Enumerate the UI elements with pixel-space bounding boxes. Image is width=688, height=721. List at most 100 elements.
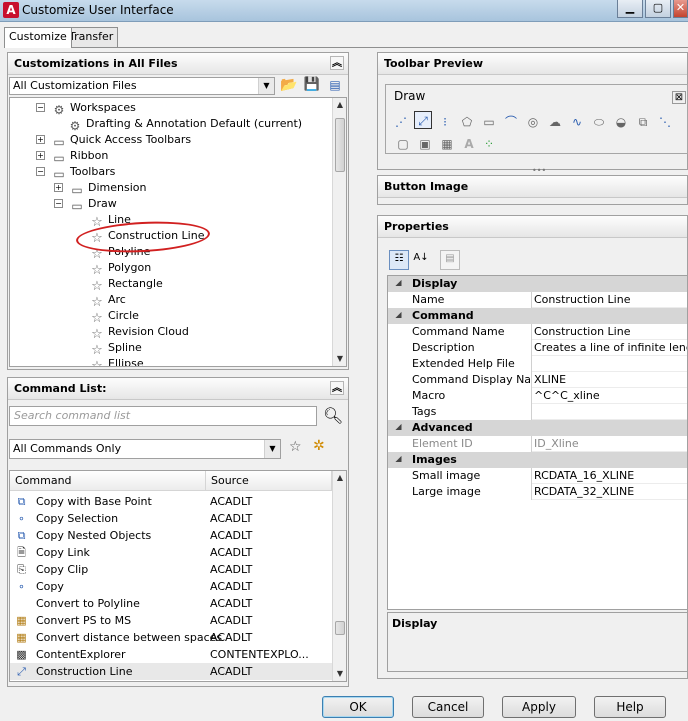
property-pages-icon[interactable]: ▤ xyxy=(440,250,460,270)
column-header-source[interactable]: Source xyxy=(206,471,332,491)
collapse-node-icon[interactable]: − xyxy=(36,103,45,112)
minimize-icon[interactable]: ▁ xyxy=(617,0,643,18)
polygon-tool-icon[interactable]: ⬠ xyxy=(458,113,476,131)
save-icon[interactable]: 💾 xyxy=(303,77,321,95)
collapse-node-icon[interactable]: − xyxy=(36,167,45,176)
categorized-icon[interactable]: ☷ xyxy=(389,250,409,270)
command-filter-combo[interactable]: All Commands Only ▼ xyxy=(9,439,281,459)
tree-item-rectangle[interactable]: ☆ Rectangle xyxy=(90,276,163,294)
command-list-scrollbar[interactable]: ▲ ▼ xyxy=(332,471,346,681)
scroll-down-icon[interactable]: ▼ xyxy=(333,352,346,366)
polyline-tool-icon[interactable]: ⁝ xyxy=(436,113,454,131)
title-bar[interactable]: A Customize User Interface ▁ ▢ ✕ xyxy=(0,0,688,22)
table-row[interactable]: ⧉ Copy Nested Objects ACADLT xyxy=(10,527,332,544)
search-command-input[interactable]: Search command list xyxy=(9,406,317,426)
help-button[interactable]: Help xyxy=(594,696,666,718)
tree-item-toolbars[interactable]: − ▭ Toolbars xyxy=(36,164,115,181)
circle-tool-icon[interactable]: ◎ xyxy=(524,113,542,131)
close-icon[interactable]: ⊠ xyxy=(672,91,686,104)
property-row-name[interactable]: Name Construction Line xyxy=(388,292,687,308)
tree-item-revision-cloud[interactable]: ☆ Revision Cloud xyxy=(90,324,189,342)
ellipse-arc-tool-icon[interactable]: ◒ xyxy=(612,113,630,131)
line-tool-icon[interactable]: ⋰ xyxy=(392,113,410,131)
property-row-tags[interactable]: Tags xyxy=(388,404,687,420)
category-advanced[interactable]: ◢ Advanced xyxy=(388,420,687,436)
property-row-element-id[interactable]: Element ID ID_Xline xyxy=(388,436,687,452)
table-row[interactable]: ∘ Copy Selection ACADLT xyxy=(10,510,332,527)
property-value[interactable]: RCDATA_16_XLINE xyxy=(534,468,634,484)
collapse-node-icon[interactable]: − xyxy=(54,199,63,208)
collapse-category-icon[interactable]: ◢ xyxy=(394,311,403,320)
table-row[interactable]: Convert to Polyline ACADLT xyxy=(10,595,332,612)
category-command[interactable]: ◢ Command xyxy=(388,308,687,324)
ok-button[interactable]: OK xyxy=(322,696,394,718)
tree-scrollbar[interactable]: ▲ ▼ xyxy=(332,98,346,366)
property-row-extended-help[interactable]: Extended Help File xyxy=(388,356,687,372)
expand-node-icon[interactable]: + xyxy=(36,135,45,144)
expand-node-icon[interactable]: + xyxy=(54,183,63,192)
scroll-down-icon[interactable]: ▼ xyxy=(333,667,346,681)
mtext-tool-icon[interactable]: A xyxy=(460,135,478,153)
ellipse-tool-icon[interactable]: ⬭ xyxy=(590,113,608,131)
open-file-icon[interactable]: 📂 xyxy=(280,77,298,95)
close-window-icon[interactable]: ✕ xyxy=(673,0,688,18)
category-images[interactable]: ◢ Images xyxy=(388,452,687,468)
spline-tool-icon[interactable]: ∿ xyxy=(568,113,586,131)
table-row[interactable]: ∘ Copy ACADLT xyxy=(10,578,332,595)
make-block-tool-icon[interactable]: ⋱ xyxy=(656,113,674,131)
table-row[interactable]: ▦ Convert PS to MS ACADLT xyxy=(10,612,332,629)
collapse-category-icon[interactable]: ◢ xyxy=(394,423,403,432)
alphabetical-icon[interactable]: A↓ xyxy=(411,250,431,270)
collapse-icon[interactable]: ︽ xyxy=(330,381,344,395)
tab-transfer[interactable]: Transfer xyxy=(64,27,119,47)
add-selected-tool-icon[interactable]: ⁘ xyxy=(480,135,498,153)
property-row-macro[interactable]: Macro ^C^C_xline xyxy=(388,388,687,404)
tree-item-workspaces[interactable]: − ⚙ Workspaces xyxy=(36,100,136,117)
table-row[interactable]: ⧉ Copy with Base Point ACADLT xyxy=(10,493,332,510)
table-row[interactable]: ▩ ContentExplorer CONTENTEXPLO... xyxy=(10,646,332,663)
property-row-description[interactable]: Description Creates a line of infinite le… xyxy=(388,340,687,356)
tree-item-ribbon[interactable]: + ▭ Ribbon xyxy=(36,148,108,165)
table-row-selected[interactable]: ⤢ Construction Line ACADLT xyxy=(10,663,332,680)
arc-tool-icon[interactable]: ⌒ xyxy=(502,113,520,131)
customization-file-combo[interactable]: All Customization Files ▼ xyxy=(9,77,275,95)
properties-grid[interactable]: ◢ Display Name Construction Line ◢ Command … xyxy=(387,275,688,610)
tab-customize[interactable]: Customize xyxy=(4,27,72,48)
cancel-button[interactable]: Cancel xyxy=(412,696,484,718)
column-header-command[interactable]: Command xyxy=(10,471,206,491)
maximize-icon[interactable]: ▢ xyxy=(645,0,671,18)
scroll-thumb[interactable] xyxy=(335,621,345,635)
insert-block-tool-icon[interactable]: ⧉ xyxy=(634,113,652,131)
tree-item-drafting-annotation[interactable]: ⚙ Drafting & Annotation Default (current) xyxy=(68,116,302,133)
point-tool-icon[interactable]: ▢ xyxy=(394,135,412,153)
property-value[interactable]: ^C^C_xline xyxy=(534,388,600,404)
property-row-command-name[interactable]: Command Name Construction Line xyxy=(388,324,687,340)
expand-node-icon[interactable]: + xyxy=(36,151,45,160)
new-command-icon[interactable]: ✲ xyxy=(313,438,325,454)
collapse-category-icon[interactable]: ◢ xyxy=(394,455,403,464)
revision-cloud-tool-icon[interactable]: ☁ xyxy=(546,113,564,131)
collapse-icon[interactable]: ︽ xyxy=(330,56,344,70)
table-tool-icon[interactable]: ▦ xyxy=(438,135,456,153)
apply-button[interactable]: Apply xyxy=(502,696,576,718)
tree-item-arc[interactable]: ☆ Arc xyxy=(90,292,126,310)
property-row-display-name[interactable]: Command Display NameXLINE xyxy=(388,372,687,388)
command-table[interactable]: Command Source ⧉ Copy with Base Point ACAD… xyxy=(9,470,347,682)
property-value[interactable]: XLINE xyxy=(534,372,566,388)
category-display[interactable]: ◢ Display xyxy=(388,276,687,292)
tree-item-dimension[interactable]: + ▭ Dimension xyxy=(54,180,146,197)
splitter-grip[interactable]: ••• xyxy=(532,166,546,175)
tree-item-circle[interactable]: ☆ Circle xyxy=(90,308,139,326)
tree-item-polygon[interactable]: ☆ Polygon xyxy=(90,260,151,278)
tree-item-quick-access-toolbars[interactable]: + ▭ Quick Access Toolbars xyxy=(36,132,191,149)
find-command-icon[interactable]: ☆ xyxy=(289,439,302,455)
search-icon[interactable]: 🔍︎ xyxy=(323,407,343,425)
scroll-thumb[interactable] xyxy=(335,118,345,172)
table-row[interactable]: ▦ Convert distance between spaces ACADLT xyxy=(10,629,332,646)
tree-item-spline[interactable]: ☆ Spline xyxy=(90,340,142,358)
property-value[interactable]: Creates a line of infinite length xyxy=(534,340,687,356)
load-partial-icon[interactable]: ▤ xyxy=(326,77,344,95)
property-row-small-image[interactable]: Small image RCDATA_16_XLINE xyxy=(388,468,687,484)
table-row[interactable]: 🗎 Copy Link ACADLT xyxy=(10,544,332,561)
scroll-up-icon[interactable]: ▲ xyxy=(333,471,346,485)
